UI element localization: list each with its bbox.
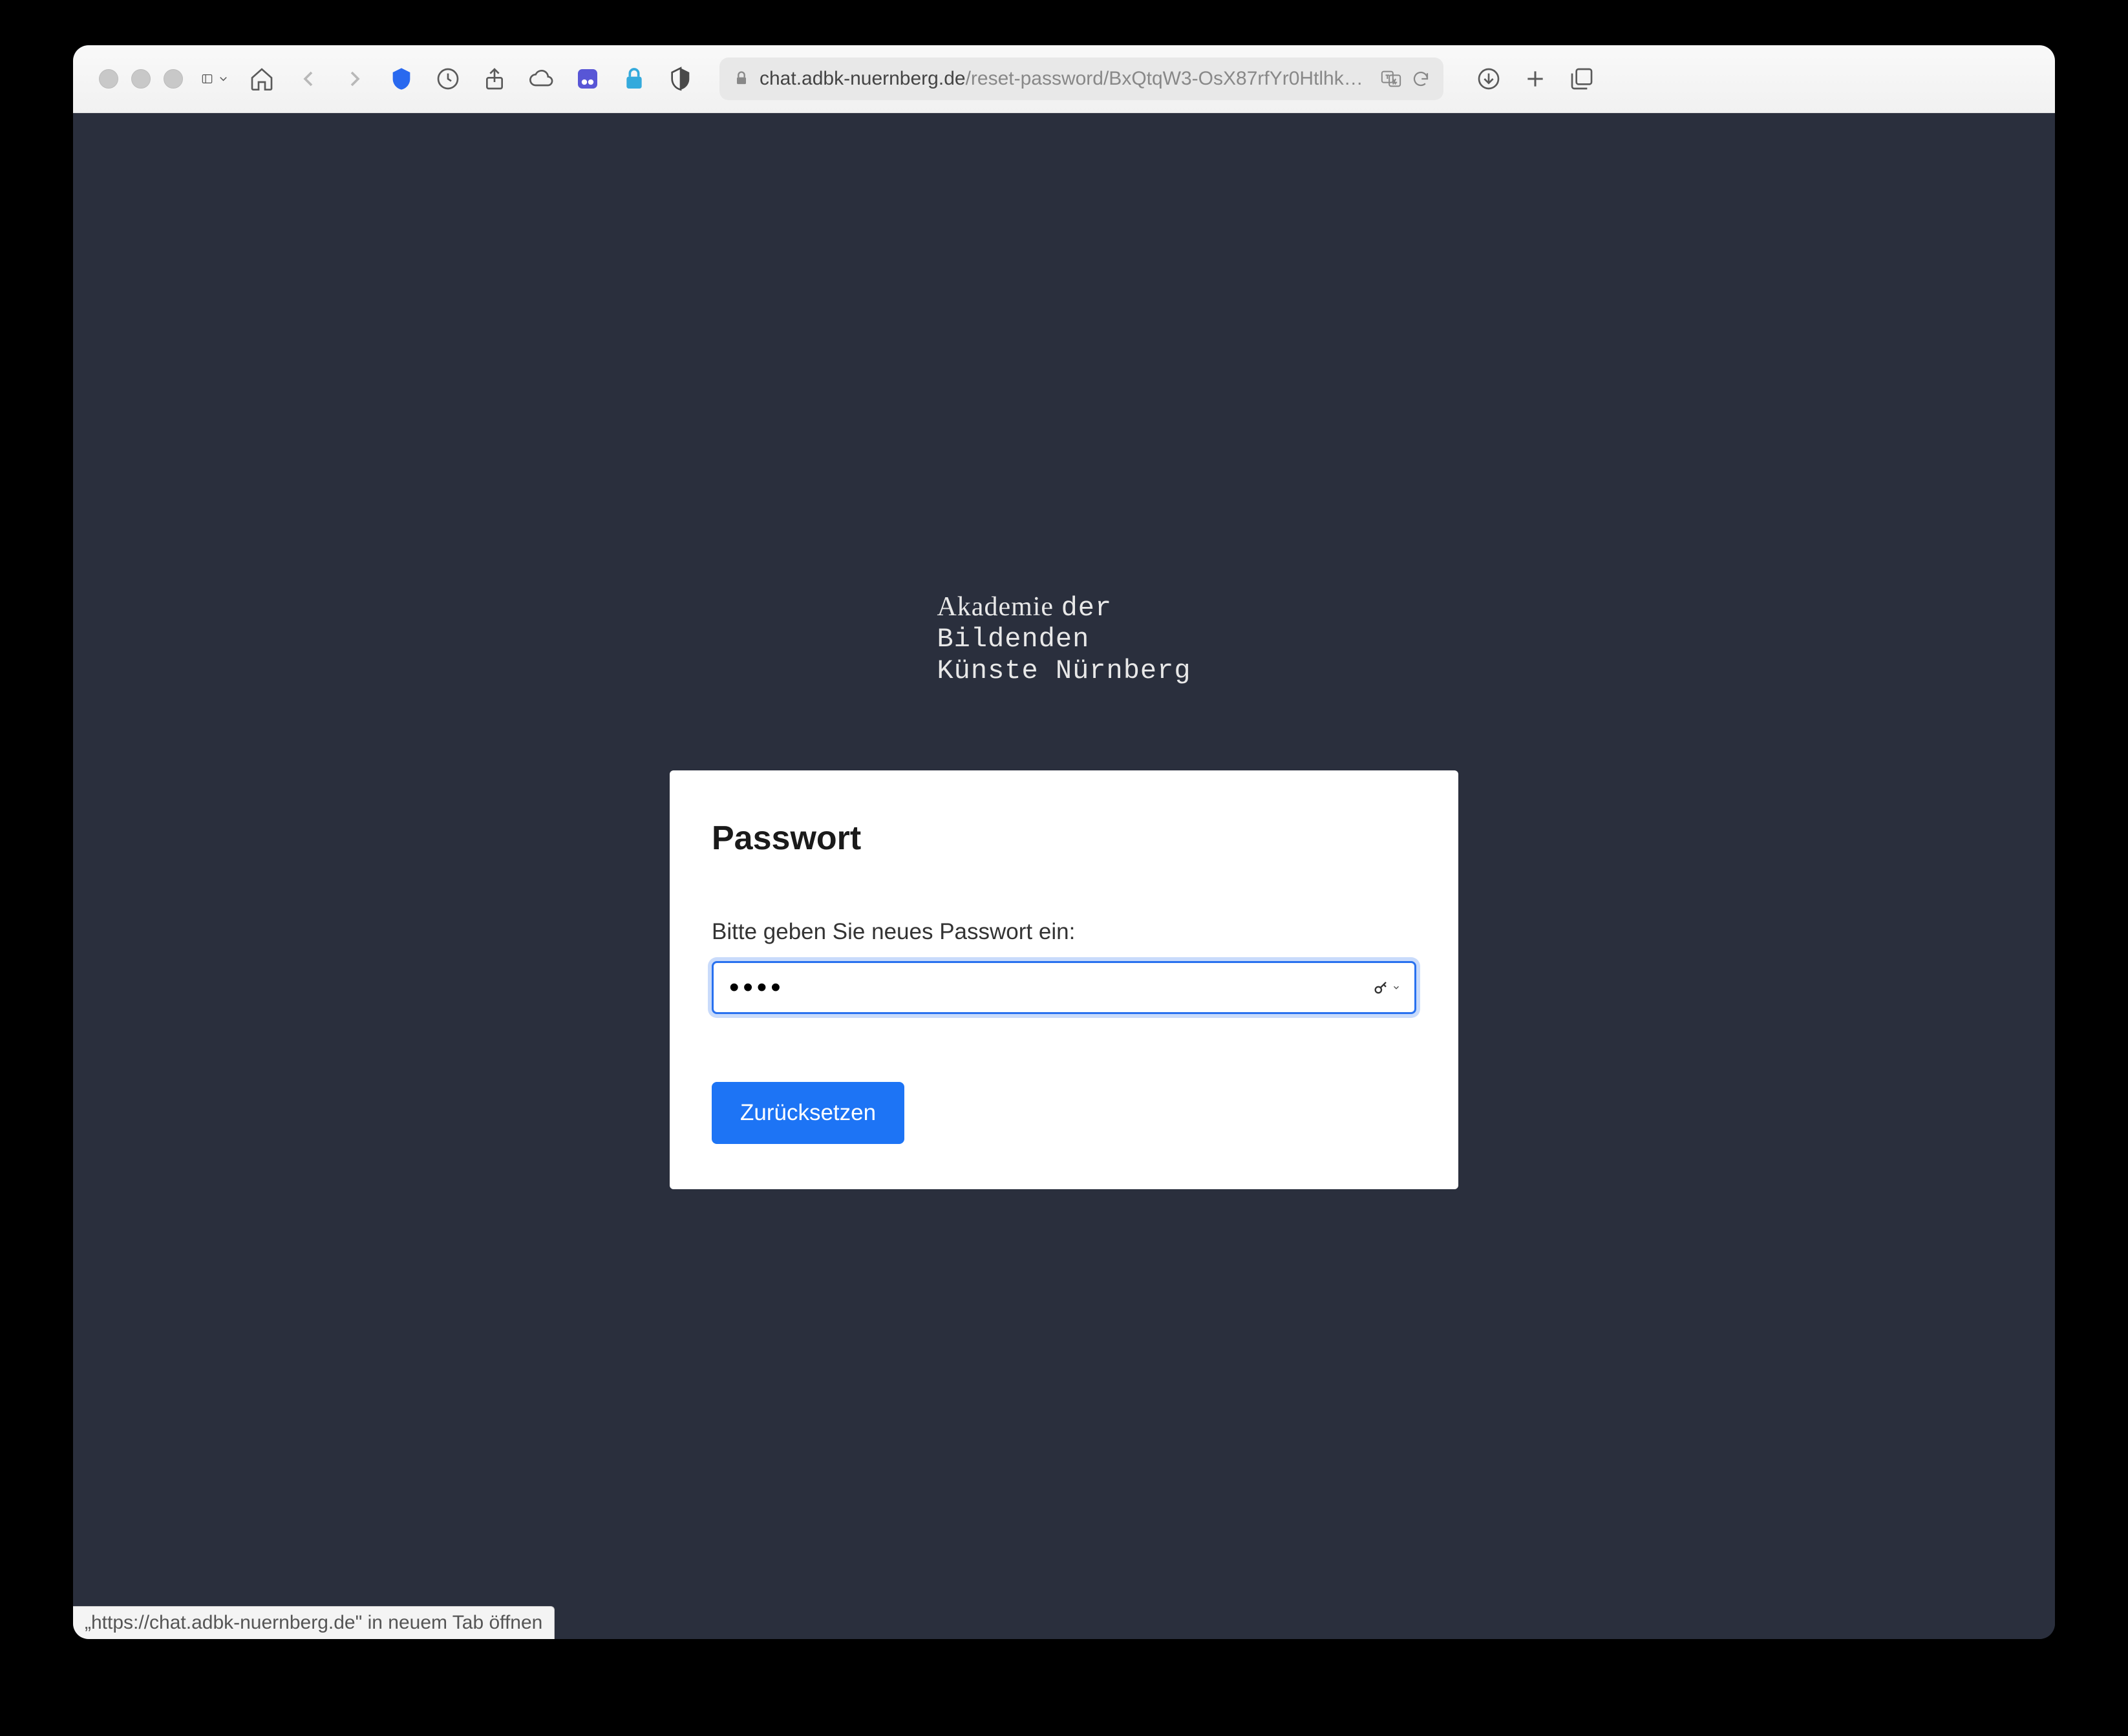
url-text: chat.adbk-nuernberg.de/reset-password/Bx… xyxy=(760,68,1371,90)
logo-line-3: Künste Nürnberg xyxy=(937,655,1191,686)
forward-button[interactable] xyxy=(341,65,369,93)
shield-privacy-icon[interactable] xyxy=(666,65,695,93)
maximize-window-button[interactable] xyxy=(164,69,183,89)
lock-icon xyxy=(732,70,750,88)
chevron-down-icon xyxy=(1392,983,1401,992)
reset-password-card: Passwort Bitte geben Sie neues Passwort … xyxy=(670,770,1458,1189)
sidebar-toggle-button[interactable] xyxy=(201,65,229,93)
extension-icon[interactable] xyxy=(573,65,602,93)
adblock-icon[interactable] xyxy=(387,65,416,93)
page-content: Akademie der Bildenden Künste Nürnberg P… xyxy=(73,113,2055,1639)
site-logo[interactable]: Akademie der Bildenden Künste Nürnberg xyxy=(937,591,1191,686)
close-window-button[interactable] xyxy=(99,69,118,89)
minimize-window-button[interactable] xyxy=(131,69,151,89)
lock-extension-icon[interactable] xyxy=(620,65,648,93)
home-button[interactable] xyxy=(248,65,276,93)
logo-line-2: Bildenden xyxy=(937,624,1191,655)
back-button[interactable] xyxy=(294,65,323,93)
new-tab-button[interactable] xyxy=(1521,65,1549,93)
password-field-wrap xyxy=(712,961,1416,1014)
history-icon[interactable] xyxy=(434,65,462,93)
translate-icon[interactable] xyxy=(1380,68,1402,90)
url-right-icons xyxy=(1380,68,1431,90)
share-button[interactable] xyxy=(480,65,509,93)
reload-icon[interactable] xyxy=(1411,69,1431,89)
card-title: Passwort xyxy=(712,819,1416,858)
key-icon xyxy=(1372,979,1390,997)
tabs-overview-button[interactable] xyxy=(1568,65,1596,93)
traffic-lights xyxy=(99,69,183,89)
password-label: Bitte geben Sie neues Passwort ein: xyxy=(712,919,1416,945)
reset-button[interactable]: Zurücksetzen xyxy=(712,1082,904,1144)
password-input[interactable] xyxy=(712,961,1416,1014)
logo-line-1: Akademie der xyxy=(937,591,1191,624)
cloud-icon[interactable] xyxy=(527,65,555,93)
browser-toolbar: chat.adbk-nuernberg.de/reset-password/Bx… xyxy=(73,45,2055,113)
browser-window: chat.adbk-nuernberg.de/reset-password/Bx… xyxy=(73,45,2055,1639)
status-bar: „https://chat.adbk-nuernberg.de" in neue… xyxy=(73,1606,555,1639)
url-bar[interactable]: chat.adbk-nuernberg.de/reset-password/Bx… xyxy=(719,58,1443,100)
downloads-button[interactable] xyxy=(1474,65,1503,93)
password-autofill-icon[interactable] xyxy=(1368,976,1405,999)
